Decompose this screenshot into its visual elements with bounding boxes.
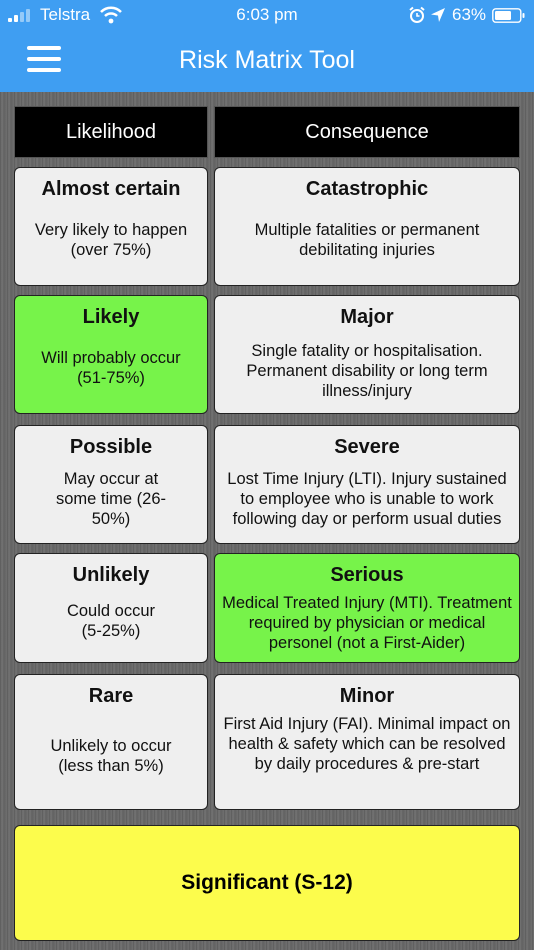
consequence-option-description: Multiple fatalities or permanent debilit…: [254, 221, 480, 259]
consequence-option-description: First Aid Injury (FAI). Minimal impact o…: [223, 715, 511, 773]
consequence-option[interactable]: Major Single fatality or hospitalisation…: [214, 295, 520, 414]
alarm-clock-icon: [409, 6, 425, 23]
consequence-option-title: Major: [340, 306, 394, 328]
consequence-option[interactable]: Severe Lost Time Injury (LTI). Injury su…: [214, 425, 520, 544]
consequence-option[interactable]: Serious Medical Treated Injury (MTI). Tr…: [214, 553, 520, 663]
likelihood-option-title: Rare: [88, 685, 134, 707]
consequence-option-description: Single fatality or hospitalisation. Perm…: [246, 342, 488, 400]
consequence-option[interactable]: Minor First Aid Injury (FAI). Minimal im…: [214, 674, 520, 810]
likelihood-option-title: Unlikely: [72, 564, 150, 586]
likelihood-option-description: Very likely to happen (over 75%): [34, 221, 188, 259]
likelihood-option-description: Could occur (5-25%): [66, 602, 156, 640]
likelihood-option-title: Possible: [69, 436, 153, 458]
consequence-option-description: Lost Time Injury (LTI). Injury sustained…: [227, 470, 507, 528]
likelihood-option[interactable]: Rare Unlikely to occur (less than 5%): [14, 674, 208, 810]
consequence-option-description: Medical Treated Injury (MTI). Treatment …: [222, 594, 512, 652]
consequence-option[interactable]: Catastrophic Multiple fatalities or perm…: [214, 167, 520, 286]
location-arrow-icon: [431, 8, 445, 22]
likelihood-option[interactable]: Likely Will probably occur (51-75%): [14, 295, 208, 414]
likelihood-option[interactable]: Possible May occur at some time (26-50%): [14, 425, 208, 544]
likelihood-column-header: Likelihood: [14, 106, 208, 158]
likelihood-option[interactable]: Unlikely Could occur (5-25%): [14, 553, 208, 663]
battery-percent: 63%: [452, 5, 487, 24]
page-title: Risk Matrix Tool: [179, 46, 355, 74]
status-bar: Telstra 6:03 pm 63%: [0, 0, 534, 30]
likelihood-option[interactable]: Almost certain Very likely to happen (ov…: [14, 167, 208, 286]
consequence-option-title: Catastrophic: [305, 178, 429, 200]
app-header: Telstra 6:03 pm 63% Risk Matrix Tool: [0, 0, 534, 92]
likelihood-option-description: Unlikely to occur (less than 5%): [50, 737, 172, 775]
consequence-option-title: Minor: [339, 685, 395, 707]
battery-icon: [492, 8, 525, 23]
consequence-option-title: Serious: [330, 564, 404, 586]
likelihood-option-description: Will probably occur (51-75%): [41, 349, 181, 387]
consequence-option-title: Severe: [334, 436, 400, 458]
likelihood-option-description: May occur at some time (26-50%): [55, 470, 167, 528]
consequence-column-header: Consequence: [214, 106, 520, 158]
likelihood-option-title: Almost certain: [41, 178, 181, 200]
likelihood-option-title: Likely: [82, 306, 140, 328]
risk-rating-result: Significant (S-12): [14, 825, 520, 941]
